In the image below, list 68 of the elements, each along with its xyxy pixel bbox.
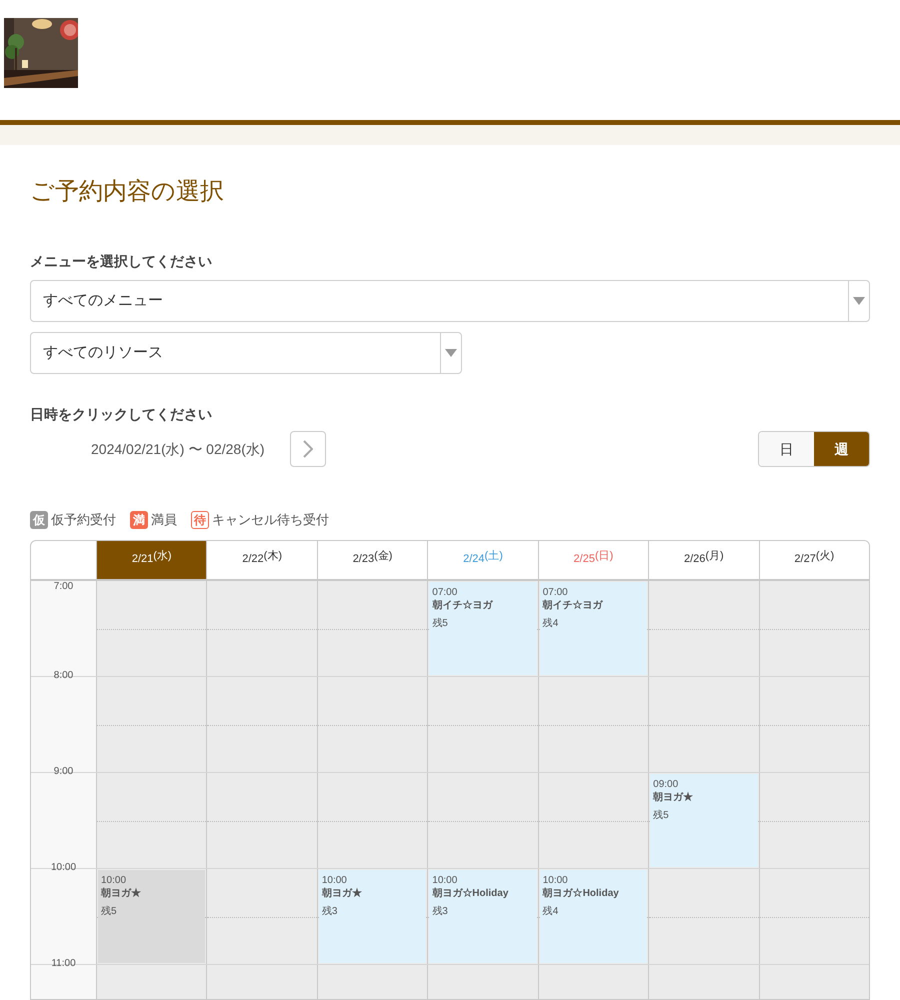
legend-badge: 満: [130, 510, 148, 529]
remaining-count: 残4: [542, 904, 560, 918]
date-label: 日時をクリックしてください: [30, 405, 213, 424]
calendar-slot[interactable]: [758, 676, 869, 772]
calendar-slot[interactable]: [96, 772, 206, 868]
remaining-count: 残3: [432, 904, 449, 918]
event-name: 朝ヨガ★: [322, 886, 363, 900]
view-tab[interactable]: 週: [814, 432, 869, 466]
time-label: 7:00: [52, 580, 74, 592]
calendar-slot[interactable]: [538, 772, 648, 868]
event-time: 10:00: [101, 874, 128, 886]
caret-icon: [445, 349, 457, 357]
event-time: 07:00: [542, 586, 569, 598]
calendar-slot[interactable]: [316, 676, 428, 772]
calendar-slot[interactable]: [206, 580, 317, 676]
remaining-count: 残4: [542, 616, 560, 630]
calendar-slot[interactable]: [538, 676, 648, 772]
calendar-slot[interactable]: [758, 868, 869, 964]
event-name: 朝イチ☆ヨガ: [432, 598, 494, 612]
dropdown[interactable]: すべてのメニュー: [30, 280, 870, 322]
legend-label: キャンセル待ち受付: [212, 511, 329, 529]
event-name: 朝ヨガ★: [653, 790, 694, 804]
view-tab[interactable]: 日: [759, 432, 814, 466]
event-time: 10:00: [322, 874, 348, 886]
page-title: ご予約内容の選択: [30, 177, 225, 207]
dropdown[interactable]: すべてのリソース: [30, 332, 462, 374]
day-header[interactable]: 2/21(水): [96, 540, 206, 578]
caret-icon: [853, 297, 865, 305]
date-range: 2024/02/21(水) 〜 02/28(水): [91, 440, 265, 459]
calendar-slot[interactable]: [427, 676, 538, 772]
time-label: 11:00: [50, 958, 77, 970]
next-button[interactable]: [290, 431, 326, 467]
event-time: 10:00: [542, 874, 569, 886]
calendar-slot[interactable]: [96, 580, 206, 676]
event-name: 朝ヨガ☆Holiday: [542, 886, 620, 900]
day-header[interactable]: 2/23(金): [316, 540, 428, 578]
chevron-right-icon: [302, 440, 313, 458]
legend-badge: 仮: [30, 510, 48, 529]
day-header[interactable]: 2/27(火): [758, 540, 869, 578]
legend-label: 仮予約受付: [51, 511, 116, 529]
calendar-slot[interactable]: [758, 772, 869, 868]
calendar-slot[interactable]: [316, 772, 428, 868]
event-time: 07:00: [432, 586, 458, 598]
calendar-slot[interactable]: [206, 772, 317, 868]
time-label: 9:00: [52, 766, 74, 778]
time-label: 10:00: [50, 862, 78, 874]
calendar-slot[interactable]: [206, 676, 317, 772]
remaining-count: 残5: [653, 808, 670, 822]
calendar-slot[interactable]: [648, 580, 759, 676]
event-time: 10:00: [432, 874, 458, 886]
menu-label: メニューを選択してください: [30, 252, 213, 271]
remaining-count: 残3: [322, 904, 338, 918]
calendar-slot[interactable]: [758, 580, 869, 676]
calendar-slot[interactable]: [316, 580, 428, 676]
legend-badge: 待: [191, 510, 209, 529]
event-name: 朝ヨガ★: [101, 886, 142, 900]
calendar-slot[interactable]: [648, 676, 759, 772]
event-name: 朝イチ☆ヨガ: [542, 598, 604, 612]
remaining-count: 残5: [101, 904, 118, 918]
calendar-slot[interactable]: [96, 676, 206, 772]
event-name: 朝ヨガ☆Holiday: [432, 886, 510, 900]
remaining-count: 残5: [432, 616, 449, 630]
calendar-slot[interactable]: [648, 868, 759, 964]
calendar-slot[interactable]: [427, 772, 538, 868]
calendar-slot[interactable]: [206, 868, 317, 964]
event-time: 09:00: [653, 778, 680, 790]
legend-label: 満員: [151, 511, 177, 529]
time-label: 8:00: [52, 670, 74, 682]
